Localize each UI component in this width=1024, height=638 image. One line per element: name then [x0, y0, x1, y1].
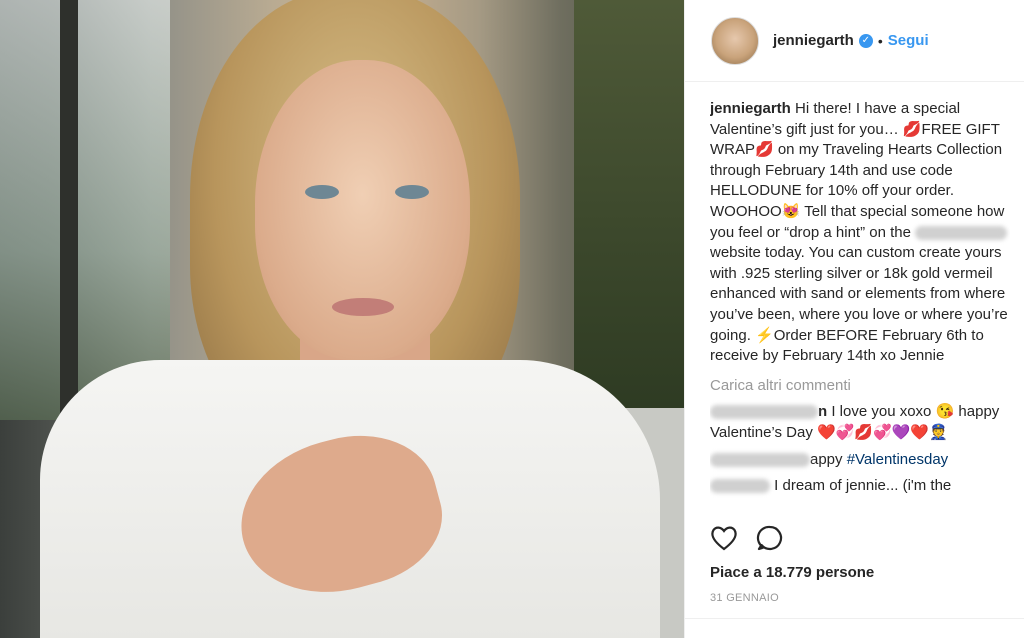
- hashtag-link[interactable]: #Valentinesday: [847, 451, 948, 468]
- window-background: [0, 0, 170, 420]
- action-bar: [710, 525, 784, 555]
- left-eye: [305, 185, 339, 199]
- load-more-comments[interactable]: Carica altri commenti: [710, 376, 1010, 397]
- post-photo[interactable]: [0, 0, 684, 638]
- caption-text: Hi there! I have a special Valentine’s g…: [710, 100, 1005, 241]
- blurred-username[interactable]: [710, 479, 770, 494]
- caption: jenniegarth Hi there! I have a special V…: [710, 99, 1010, 367]
- follow-button[interactable]: Segui: [888, 32, 929, 49]
- blurred-username[interactable]: [710, 405, 818, 420]
- right-eye: [395, 185, 429, 199]
- lips: [332, 298, 394, 316]
- comment-username-suffix[interactable]: n: [818, 403, 827, 420]
- comment-icon[interactable]: [756, 524, 784, 557]
- likes-count[interactable]: Piace a 18.779 persone: [710, 564, 874, 581]
- separator-dot: •: [877, 32, 883, 49]
- comment-item: n I love you xoxo 😘 happy Valentine’s Da…: [710, 402, 1010, 443]
- comment-item: I dream of jennie... (i'm the: [710, 476, 1010, 497]
- caption-username[interactable]: jenniegarth: [710, 100, 791, 117]
- comments-list: jenniegarth Hi there! I have a special V…: [710, 99, 1010, 517]
- heart-icon[interactable]: [710, 525, 738, 556]
- plant-background: [574, 0, 684, 420]
- avatar[interactable]: [711, 16, 759, 65]
- post-date[interactable]: 31 GENNAIO: [710, 592, 779, 604]
- comment-text: appy: [810, 450, 843, 468]
- caption-text-tail: website today. You can custom create you…: [710, 244, 1008, 365]
- window-frame: [60, 0, 78, 440]
- comment-item: appy #Valentinesday: [710, 450, 1010, 471]
- blurred-username[interactable]: [710, 452, 810, 467]
- post-header: jenniegarth ✓ • Segui: [685, 0, 1024, 82]
- header-username[interactable]: jenniegarth: [773, 32, 854, 49]
- comment-text: I dream of jennie... (i'm the: [774, 477, 952, 495]
- verified-icon: ✓: [858, 33, 873, 48]
- blurred-mention: [915, 225, 1008, 240]
- comment-form-divider: [684, 618, 1024, 619]
